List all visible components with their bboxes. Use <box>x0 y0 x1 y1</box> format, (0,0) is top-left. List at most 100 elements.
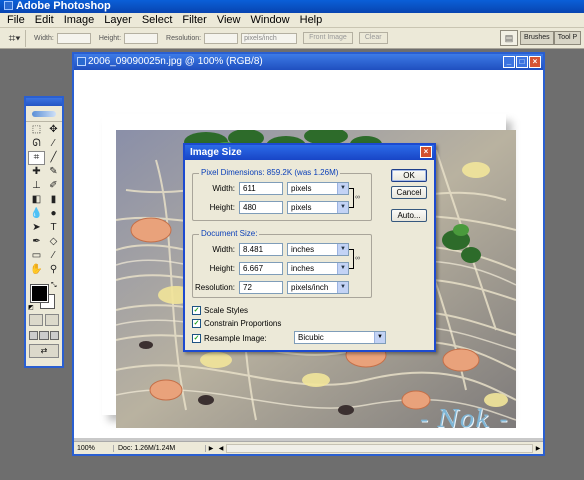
dialog-title-bar[interactable]: Image Size × <box>185 145 434 160</box>
blur-tool-icon[interactable]: 💧 <box>28 207 45 221</box>
standard-screen-mode-icon[interactable] <box>29 331 39 340</box>
cancel-button[interactable]: Cancel <box>391 186 427 199</box>
option-width-input[interactable] <box>56 32 91 44</box>
chain-link-icon: ∞ <box>355 255 360 262</box>
menu-layer[interactable]: Layer <box>99 13 137 28</box>
path-selection-tool-icon[interactable]: ➤ <box>28 221 45 235</box>
pixel-width-row: Width: 611 pixels ▼ <box>195 182 349 195</box>
magic-wand-tool-icon[interactable]: ⁄ <box>45 137 62 151</box>
feather-icon <box>32 110 56 117</box>
lasso-tool-icon[interactable]: ᘏ <box>28 137 45 151</box>
toolbox: ⬚ ✥ ᘏ ⁄ ⌗ ╱ ✚ ✎ ⊥ ✐ ◧ ▮ 💧 ● ➤ T ✒ ◇ ▭ ⁄ … <box>24 96 64 368</box>
eyedropper-tool-icon[interactable]: ⁄ <box>45 249 62 263</box>
ok-button[interactable]: OK <box>391 169 427 182</box>
status-bar: 100% Doc: 1.26M/1.24M ▶ ◀ ▶ <box>74 441 543 454</box>
check-icon: ✓ <box>192 334 201 343</box>
dodge-tool-icon[interactable]: ● <box>45 207 62 221</box>
auto-button[interactable]: Auto... <box>391 209 427 222</box>
resample-image-checkbox[interactable]: ✓ Resample Image: <box>192 333 267 344</box>
document-width-label: Width: <box>212 245 235 254</box>
dialog-title: Image Size <box>190 147 242 158</box>
maximize-button[interactable]: □ <box>516 56 528 68</box>
chevron-down-icon: ▼ <box>337 244 348 255</box>
hand-tool-icon[interactable]: ✋ <box>28 263 45 277</box>
resample-method-select[interactable]: Bicubic ▼ <box>294 331 386 344</box>
option-resolution-unit-select[interactable]: pixels/inch <box>241 32 298 44</box>
type-tool-icon[interactable]: T <box>45 221 62 235</box>
clone-stamp-tool-icon[interactable]: ⊥ <box>28 179 45 193</box>
document-title-bar[interactable]: 2006_09090025n.jpg @ 100% (RGB/8) _ □ × <box>74 54 543 70</box>
pixel-width-unit-select[interactable]: pixels ▼ <box>287 182 349 195</box>
eraser-tool-icon[interactable]: ◧ <box>28 193 45 207</box>
front-image-button[interactable]: Front Image <box>303 32 353 44</box>
pixel-height-label: Height: <box>209 203 235 212</box>
resample-method-value: Bicubic <box>298 333 324 342</box>
tab-tool-presets[interactable]: Tool P <box>553 31 582 45</box>
brush-tool-icon[interactable]: ✎ <box>45 165 62 179</box>
pixel-height-unit-select[interactable]: pixels ▼ <box>287 201 349 214</box>
full-screen-menu-mode-icon[interactable] <box>39 331 49 340</box>
crop-tool-icon[interactable]: ⌗ <box>28 151 45 165</box>
gradient-tool-icon[interactable]: ▮ <box>45 193 62 207</box>
document-width-unit-select[interactable]: inches ▼ <box>287 243 349 256</box>
clear-button[interactable]: Clear <box>358 32 388 44</box>
default-colors-icon[interactable]: ◩ <box>28 304 34 311</box>
pen-tool-icon[interactable]: ✒ <box>28 235 45 249</box>
constrain-proportions-checkbox[interactable]: ✓ Constrain Proportions <box>192 318 281 329</box>
scroll-left-icon[interactable]: ◀ <box>216 445 226 452</box>
menu-select[interactable]: Select <box>137 13 178 28</box>
slice-tool-icon[interactable]: ╱ <box>45 151 62 165</box>
pixel-width-unit: pixels <box>291 184 312 193</box>
menu-view[interactable]: View <box>212 13 246 28</box>
toolbox-logo[interactable] <box>26 106 62 122</box>
pixel-width-label: Width: <box>212 184 235 193</box>
dialog-close-button[interactable]: × <box>420 146 432 158</box>
menu-image[interactable]: Image <box>59 13 100 28</box>
document-height-input[interactable]: 6.667 <box>239 262 283 275</box>
full-screen-mode-icon[interactable] <box>49 331 59 340</box>
menu-file[interactable]: File <box>2 13 30 28</box>
document-width-input[interactable]: 8.481 <box>239 243 283 256</box>
close-document-button[interactable]: × <box>529 56 541 68</box>
standard-mode-icon[interactable] <box>29 314 43 326</box>
toolbox-title-bar[interactable] <box>26 98 62 106</box>
crop-tool-preset-icon[interactable]: ⌗▾ <box>4 29 26 47</box>
quick-mask-mode-icon[interactable] <box>45 314 59 326</box>
marquee-tool-icon[interactable]: ⬚ <box>28 123 45 137</box>
resolution-input[interactable]: 72 <box>239 281 283 294</box>
menu-filter[interactable]: Filter <box>177 13 211 28</box>
resolution-unit: pixels/inch <box>291 283 329 292</box>
scroll-right-icon[interactable]: ▶ <box>533 445 543 452</box>
tab-brushes[interactable]: Brushes <box>520 31 554 45</box>
notes-tool-icon[interactable]: ▭ <box>28 249 45 263</box>
move-tool-icon[interactable]: ✥ <box>45 123 62 137</box>
resolution-unit-select[interactable]: pixels/inch ▼ <box>287 281 349 294</box>
option-resolution-input[interactable] <box>204 32 239 44</box>
chevron-down-icon: ▼ <box>337 183 348 194</box>
pixel-width-input[interactable]: 611 <box>239 182 283 195</box>
horizontal-scrollbar[interactable] <box>226 443 533 453</box>
document-height-row: Height: 6.667 inches ▼ <box>195 262 349 275</box>
zoom-tool-icon[interactable]: ⚲ <box>45 263 62 277</box>
option-height-input[interactable] <box>124 32 159 44</box>
foreground-color-swatch[interactable] <box>30 284 49 303</box>
chevron-down-icon: ▼ <box>337 282 348 293</box>
constrain-proportions-label: Constrain Proportions <box>204 319 282 328</box>
zoom-level[interactable]: 100% <box>74 444 114 452</box>
status-menu-arrow-icon[interactable]: ▶ <box>206 445 216 452</box>
shape-tool-icon[interactable]: ◇ <box>45 235 62 249</box>
document-height-unit-select[interactable]: inches ▼ <box>287 262 349 275</box>
pixel-height-input[interactable]: 480 <box>239 201 283 214</box>
document-link-bracket <box>349 249 354 269</box>
document-info[interactable]: Doc: 1.26M/1.24M <box>114 444 206 452</box>
menu-edit[interactable]: Edit <box>30 13 59 28</box>
scale-styles-checkbox[interactable]: ✓ Scale Styles <box>192 305 248 316</box>
menu-help[interactable]: Help <box>295 13 328 28</box>
history-brush-tool-icon[interactable]: ✐ <box>45 179 62 193</box>
healing-brush-tool-icon[interactable]: ✚ <box>28 165 45 179</box>
file-browser-icon[interactable]: ▤ <box>500 30 518 46</box>
swap-colors-icon[interactable]: ⤡ <box>51 282 57 290</box>
menu-window[interactable]: Window <box>246 13 295 28</box>
jump-to-imageready-icon[interactable]: ⇄ <box>29 344 59 358</box>
minimize-button[interactable]: _ <box>503 56 515 68</box>
